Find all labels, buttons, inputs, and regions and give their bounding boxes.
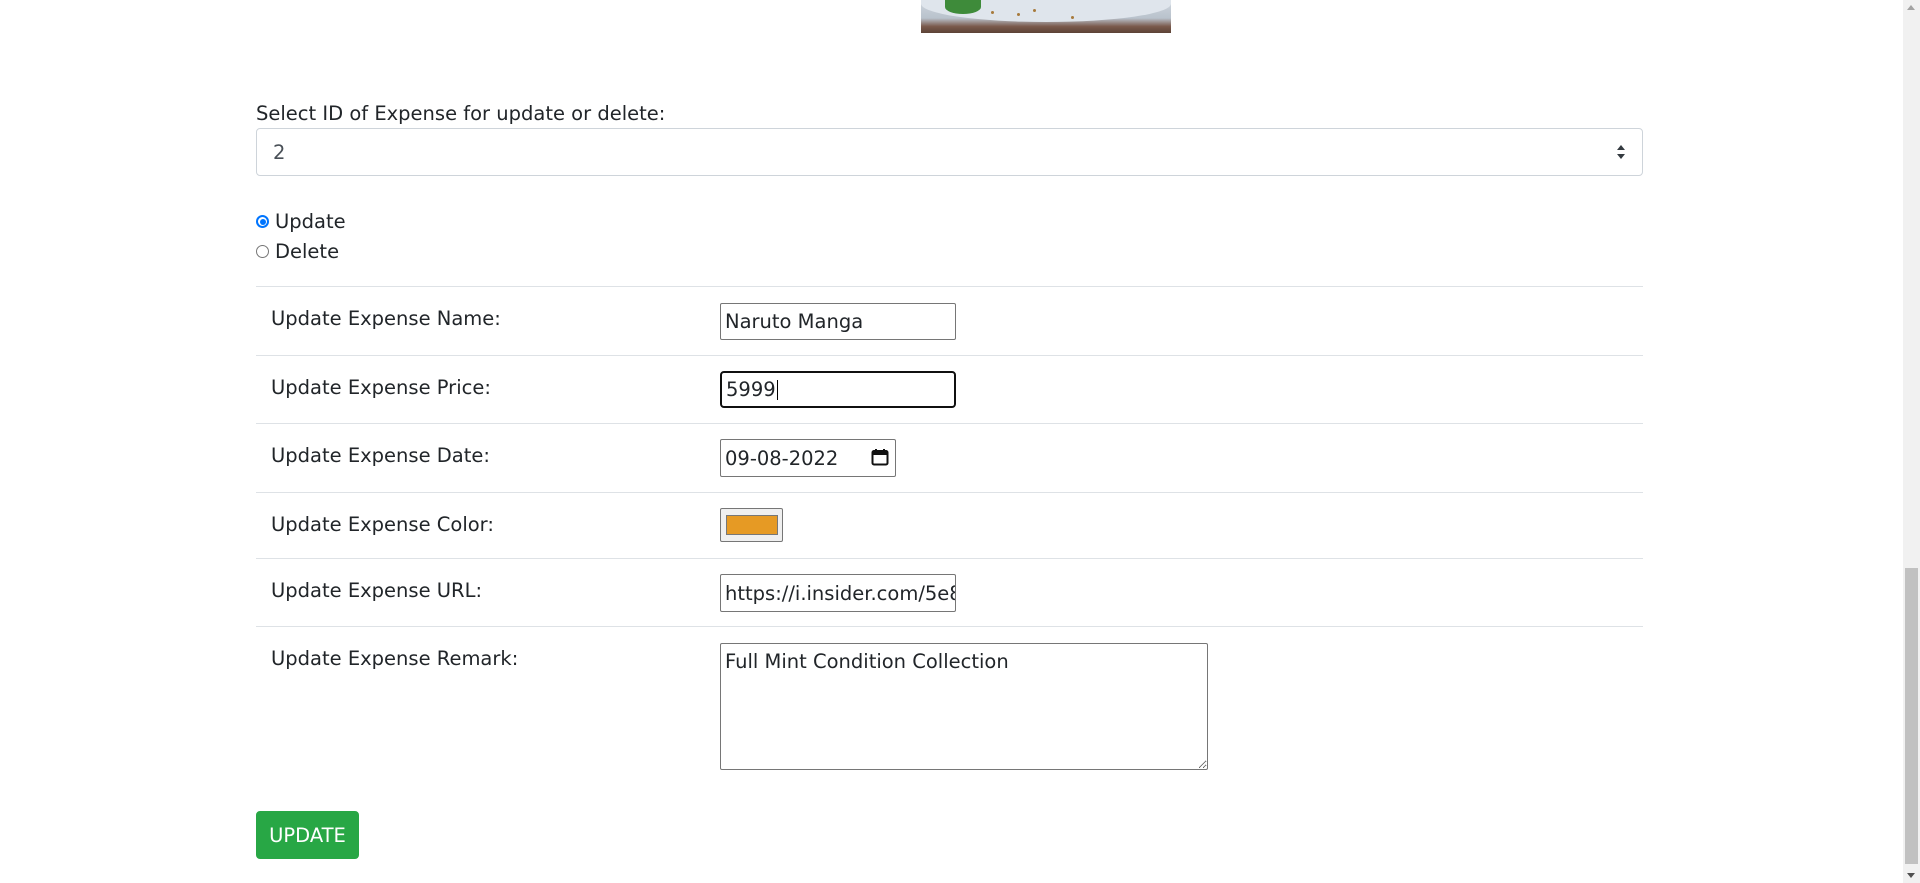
expense-date-value: 09-08-2022 <box>725 446 839 470</box>
update-form-table: Update Expense Name: Naruto Manga Update… <box>256 286 1643 786</box>
remark-label: Update Expense Remark: <box>271 647 519 670</box>
form-row-remark: Update Expense Remark: <box>256 626 1643 786</box>
delete-radio-label: Delete <box>275 240 340 263</box>
update-radio-label: Update <box>275 210 346 233</box>
form-row-url: Update Expense URL: https://i.insider.co… <box>256 558 1643 626</box>
expense-color-picker[interactable] <box>720 508 783 542</box>
delete-option[interactable]: Delete <box>256 240 339 263</box>
expense-remark-textarea[interactable] <box>720 643 1208 770</box>
expense-url-input[interactable]: https://i.insider.com/5e82 <box>720 574 956 612</box>
name-label: Update Expense Name: <box>271 307 501 330</box>
expense-id-select[interactable]: 2 <box>256 128 1643 176</box>
expense-price-input[interactable]: 5999 <box>720 371 956 408</box>
expense-date-input[interactable]: 09-08-2022 <box>720 439 896 477</box>
delete-radio[interactable] <box>256 245 269 258</box>
expense-id-select-value: 2 <box>273 140 286 164</box>
update-radio[interactable] <box>256 215 269 228</box>
color-label: Update Expense Color: <box>271 513 494 536</box>
update-option[interactable]: Update <box>256 210 346 233</box>
price-label: Update Expense Price: <box>271 376 491 399</box>
form-row-color: Update Expense Color: <box>256 492 1643 558</box>
form-row-date: Update Expense Date: 09-08-2022 <box>256 423 1643 492</box>
form-row-price: Update Expense Price: 5999 <box>256 355 1643 423</box>
update-button[interactable]: UPDATE <box>256 811 359 859</box>
scroll-up-icon[interactable] <box>1907 5 1915 10</box>
expense-price-value: 5999 <box>726 378 776 401</box>
url-label: Update Expense URL: <box>271 579 483 602</box>
page-scrollbar[interactable] <box>1903 0 1920 883</box>
expense-name-input[interactable]: Naruto Manga <box>720 303 956 340</box>
expense-image <box>921 0 1171 33</box>
expense-name-value: Naruto Manga <box>725 310 864 333</box>
calendar-icon[interactable] <box>871 448 889 466</box>
date-label: Update Expense Date: <box>271 444 490 467</box>
sort-arrows-icon <box>1617 145 1625 159</box>
scroll-down-icon[interactable] <box>1907 873 1915 878</box>
expense-id-label: Select ID of Expense for update or delet… <box>256 102 666 125</box>
color-swatch <box>725 515 778 535</box>
scrollbar-thumb[interactable] <box>1905 568 1918 864</box>
expense-url-value: https://i.insider.com/5e82 <box>725 581 956 605</box>
form-row-name: Update Expense Name: Naruto Manga <box>256 286 1643 355</box>
